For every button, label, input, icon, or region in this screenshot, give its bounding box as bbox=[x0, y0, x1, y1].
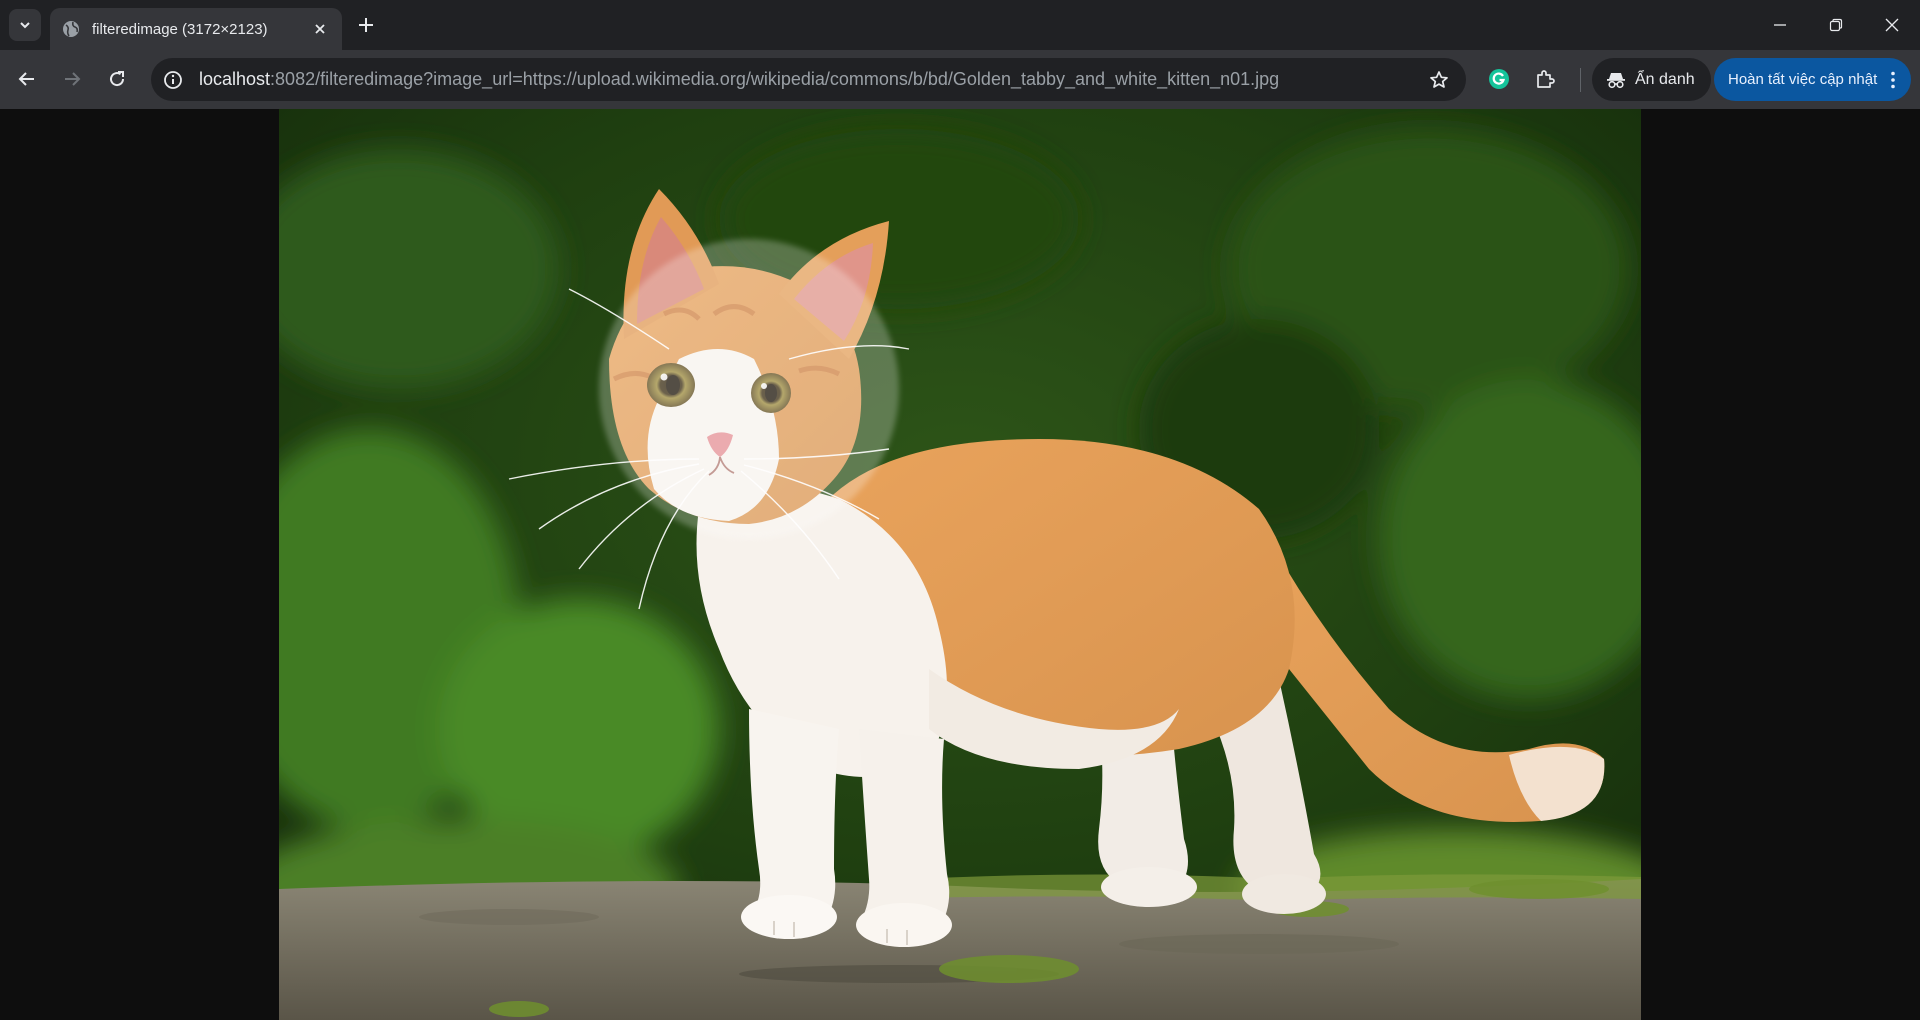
close-icon bbox=[315, 24, 325, 34]
tab-title: filteredimage (3172×2123) bbox=[92, 20, 268, 38]
info-icon bbox=[164, 70, 182, 89]
back-icon bbox=[18, 72, 34, 86]
bookmark-button[interactable] bbox=[1422, 63, 1456, 97]
kitten-image[interactable] bbox=[279, 109, 1641, 1020]
restore-icon bbox=[1829, 18, 1843, 32]
incognito-label: Ẩn danh bbox=[1635, 70, 1695, 88]
tab-search-icon bbox=[20, 22, 30, 29]
new-tab-button[interactable] bbox=[352, 11, 380, 39]
browser-toolbar: localhost:8082/filteredimage?image_url=h… bbox=[0, 50, 1920, 109]
window-close-button[interactable] bbox=[1864, 0, 1920, 50]
page-viewport bbox=[0, 109, 1920, 1020]
forward-icon bbox=[65, 72, 81, 86]
kebab-menu-icon[interactable] bbox=[1881, 68, 1905, 92]
puzzle-icon bbox=[1537, 70, 1555, 88]
minimize-button[interactable] bbox=[1752, 0, 1808, 50]
window-close-icon bbox=[1885, 18, 1899, 32]
extensions-button[interactable] bbox=[1528, 62, 1562, 96]
back-button[interactable] bbox=[10, 62, 44, 96]
grammarly-icon bbox=[1489, 69, 1509, 89]
minimize-icon bbox=[1774, 24, 1786, 26]
incognito-icon bbox=[1607, 72, 1625, 88]
finish-update-label: Hoàn tất việc cập nhật bbox=[1728, 71, 1878, 88]
forward-button[interactable] bbox=[55, 62, 89, 96]
incognito-indicator[interactable]: Ẩn danh bbox=[1592, 58, 1711, 101]
reload-icon bbox=[110, 71, 125, 87]
tab-strip: filteredimage (3172×2123) bbox=[0, 0, 1920, 50]
restore-button[interactable] bbox=[1808, 0, 1864, 50]
finish-update-button[interactable]: Hoàn tất việc cập nhật bbox=[1714, 58, 1911, 101]
active-tab[interactable]: filteredimage (3172×2123) bbox=[50, 8, 342, 50]
site-info-button[interactable] bbox=[157, 64, 189, 96]
kitten-photo-illustration bbox=[279, 109, 1641, 1020]
url-text[interactable]: localhost:8082/filteredimage?image_url=h… bbox=[199, 69, 1422, 90]
globe-icon bbox=[62, 20, 80, 38]
window-controls bbox=[1752, 0, 1920, 50]
url-host: localhost bbox=[199, 69, 271, 89]
tab-search-button[interactable] bbox=[9, 9, 41, 41]
reload-button[interactable] bbox=[100, 62, 134, 96]
address-bar[interactable]: localhost:8082/filteredimage?image_url=h… bbox=[151, 58, 1466, 101]
tab-close-button[interactable] bbox=[308, 17, 332, 41]
star-icon bbox=[1430, 70, 1448, 88]
url-path: :8082/filteredimage?image_url=https://up… bbox=[270, 69, 1280, 89]
grammarly-extension-button[interactable] bbox=[1482, 62, 1516, 96]
plus-icon bbox=[359, 18, 373, 32]
toolbar-divider bbox=[1580, 68, 1581, 92]
